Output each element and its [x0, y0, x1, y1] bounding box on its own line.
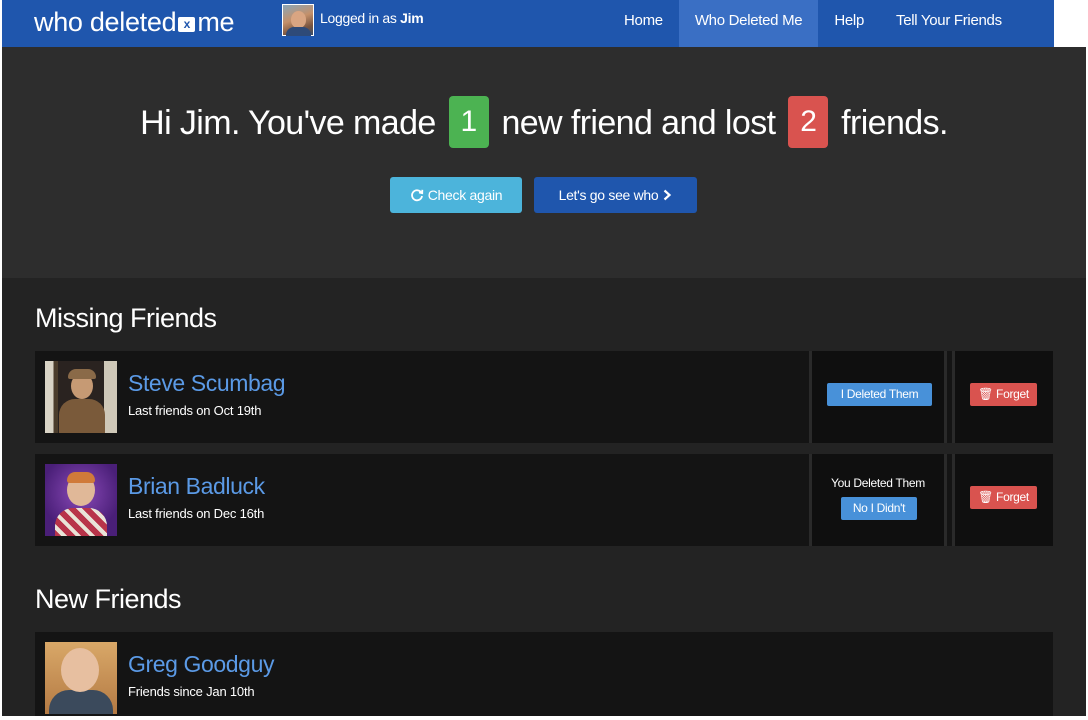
new-friend-row: Greg Goodguy Friends since Jan 10th	[35, 632, 1053, 716]
navbar-edge	[1054, 0, 1086, 47]
status-cell: You Deleted Them No I Didn't	[809, 454, 947, 546]
navbar: who deleted x me Logged in as Jim Home W…	[2, 0, 1054, 47]
friend-photo[interactable]	[45, 642, 117, 714]
nav-tell-your-friends[interactable]: Tell Your Friends	[880, 0, 1018, 47]
nav-who-deleted-me[interactable]: Who Deleted Me	[678, 0, 819, 47]
logged-in-status: Logged in as Jim	[320, 10, 424, 26]
logged-in-user: Jim	[400, 10, 424, 26]
trash-icon: 🗑	[978, 387, 993, 401]
user-avatar[interactable]	[282, 4, 314, 36]
action-cell: 🗑 Forget	[952, 454, 1053, 546]
forget-label: Forget	[996, 490, 1029, 504]
brand-text-pre: who deleted	[34, 7, 177, 37]
status-cell: I Deleted Them	[809, 351, 947, 443]
nav-links: Home Who Deleted Me Help Tell Your Frien…	[608, 0, 1018, 47]
brand-text-post: me	[197, 7, 235, 37]
check-again-button[interactable]: Check again	[390, 177, 522, 213]
go-see-label: Let's go see who	[558, 187, 659, 203]
forget-button[interactable]: 🗑 Forget	[970, 486, 1037, 509]
missing-friend-row: Steve Scumbag Last friends on Oct 19th I…	[35, 351, 1053, 443]
friend-name-link[interactable]: Steve Scumbag	[128, 370, 286, 397]
friend-photo[interactable]	[45, 464, 117, 536]
nav-home[interactable]: Home	[608, 0, 679, 47]
check-again-label: Check again	[427, 187, 503, 203]
new-friends-heading: New Friends	[35, 584, 182, 614]
i-deleted-them-button[interactable]: I Deleted Them	[827, 383, 932, 406]
lost-friends-count-badge: 2	[788, 96, 829, 148]
headline-greeting: Hi Jim. You've made	[140, 103, 436, 142]
chevron-right-icon	[662, 189, 672, 201]
hero-panel: Hi Jim. You've made 1 new friend and los…	[2, 47, 1086, 278]
summary-headline: Hi Jim. You've made 1 new friend and los…	[2, 96, 1086, 151]
friend-name-link[interactable]: Brian Badluck	[128, 473, 265, 500]
logged-in-prefix: Logged in as	[320, 10, 401, 26]
headline-suffix: friends.	[841, 103, 948, 142]
forget-label: Forget	[996, 387, 1029, 401]
friend-name-link[interactable]: Greg Goodguy	[128, 651, 274, 678]
trash-icon: 🗑	[978, 490, 993, 504]
x-mark-icon: x	[178, 17, 196, 32]
lets-go-see-who-button[interactable]: Let's go see who	[534, 177, 697, 213]
action-cell: 🗑 Forget	[952, 351, 1053, 443]
nav-help[interactable]: Help	[818, 0, 880, 47]
forget-button[interactable]: 🗑 Forget	[970, 383, 1037, 406]
you-deleted-them-text: You Deleted Them	[831, 476, 925, 490]
brand-logo[interactable]: who deleted x me	[34, 7, 235, 38]
refresh-icon	[410, 188, 424, 202]
hero-buttons: Check again Let's go see who	[390, 177, 697, 213]
friend-last-seen: Last friends on Dec 16th	[128, 506, 265, 521]
no-i-didnt-button[interactable]: No I Didn't	[841, 497, 917, 520]
new-friends-count-badge: 1	[448, 96, 489, 148]
app-frame: who deleted x me Logged in as Jim Home W…	[2, 0, 1086, 716]
missing-friends-heading: Missing Friends	[35, 303, 217, 333]
friend-photo[interactable]	[45, 361, 117, 433]
missing-friend-row: Brian Badluck Last friends on Dec 16th Y…	[35, 454, 1053, 546]
friend-last-seen: Last friends on Oct 19th	[128, 403, 262, 418]
friend-since: Friends since Jan 10th	[128, 684, 255, 699]
headline-middle: new friend and lost	[501, 103, 776, 142]
